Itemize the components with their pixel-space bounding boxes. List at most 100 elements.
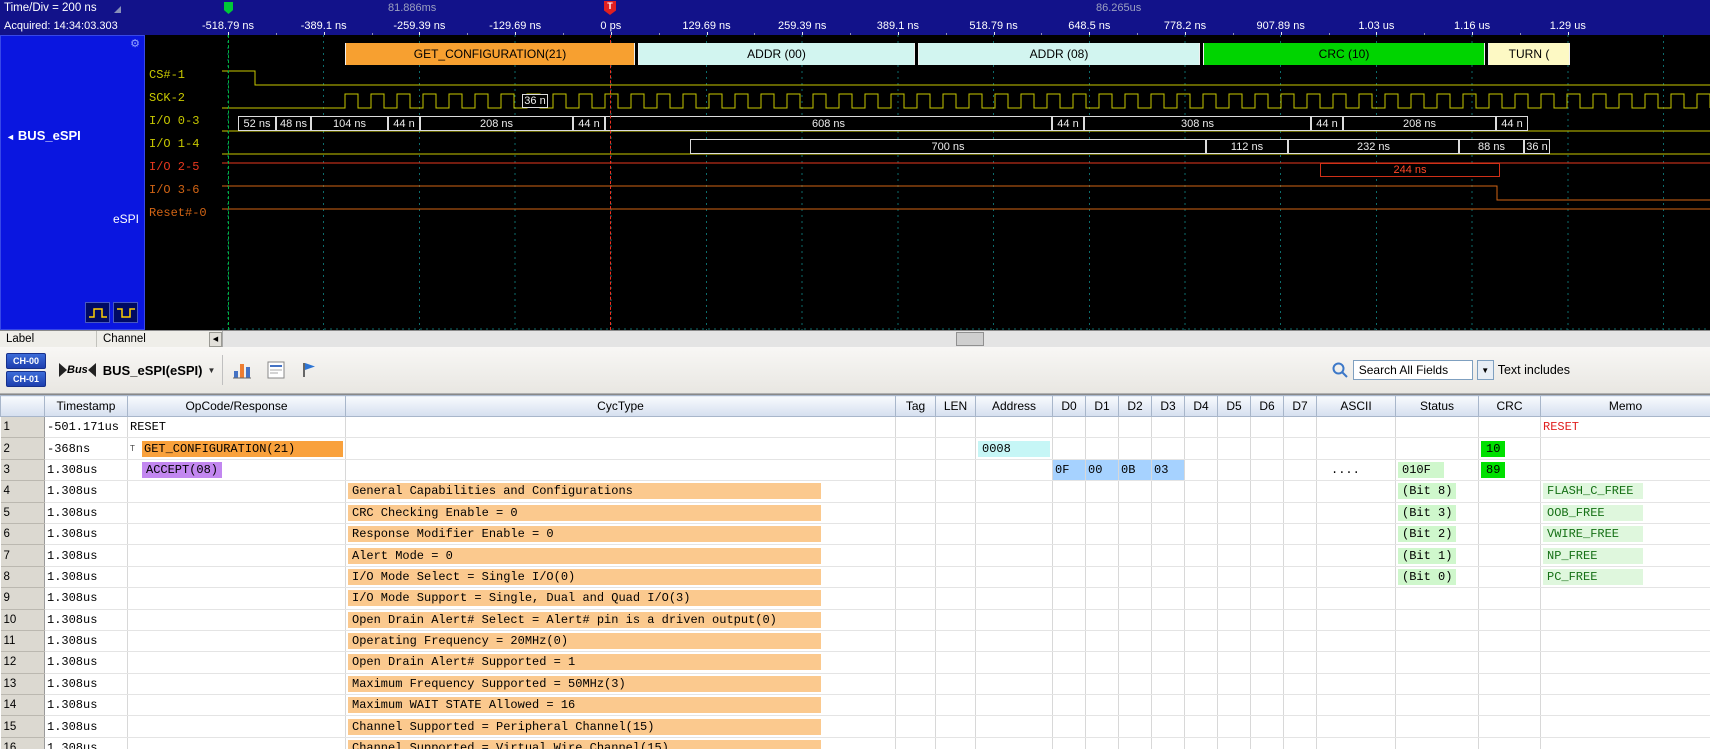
ch00-button[interactable]: CH-00 [6, 353, 46, 369]
cell-memo: OOB_FREE [1540, 502, 1710, 524]
scroll-left-button[interactable]: ◀ [209, 331, 222, 347]
cell-num: 5 [0, 502, 45, 524]
cell-d1 [1085, 587, 1119, 610]
column-header[interactable]: OpCode/Response [127, 395, 346, 417]
cell-address [975, 480, 1053, 503]
report-button[interactable] [263, 357, 289, 383]
column-header[interactable]: D2 [1118, 395, 1152, 417]
column-header[interactable]: D0 [1052, 395, 1086, 417]
table-row[interactable]: 4 1.308us General Capabilities and Configu… [0, 480, 1710, 503]
cell-d0 [1052, 544, 1086, 567]
cell-opcode [127, 523, 346, 546]
column-header[interactable]: Status [1395, 395, 1479, 417]
channel-label[interactable]: CS#-1 [149, 68, 185, 83]
table-row[interactable]: 15 1.308us Channel Supported = Peripheral … [0, 715, 1710, 738]
column-header[interactable]: D4 [1184, 395, 1218, 417]
table-row[interactable]: 12 1.308us Open Drain Alert# Supported = 1 [0, 651, 1710, 674]
cell-d1 [1085, 566, 1119, 589]
cell-memo [1540, 737, 1710, 749]
flag-button[interactable] [296, 357, 322, 383]
column-header[interactable] [0, 395, 45, 417]
cell-d4 [1184, 480, 1218, 503]
table-row[interactable]: 11 1.308us Operating Frequency = 20MHz(0) [0, 630, 1710, 653]
column-header[interactable]: Memo [1540, 395, 1710, 417]
column-header[interactable]: D5 [1217, 395, 1251, 417]
marker-a-cursor[interactable] [228, 35, 229, 330]
channel-label[interactable]: I/O 1-4 [149, 137, 199, 152]
table-row[interactable]: 14 1.308us Maximum WAIT STATE Allowed = 16 [0, 694, 1710, 717]
marker-a-icon[interactable] [224, 2, 233, 14]
decode-segment[interactable]: CRC (10) [1203, 43, 1485, 65]
horizontal-scrollbar[interactable] [222, 331, 1710, 347]
cell-d3 [1151, 587, 1185, 610]
gear-icon[interactable]: ⚙ [130, 37, 140, 50]
column-header[interactable]: Timestamp [44, 395, 128, 417]
cell-d3 [1151, 609, 1185, 631]
cell-crc [1478, 544, 1541, 567]
channel-label[interactable]: I/O 2-5 [149, 160, 199, 175]
column-header[interactable]: D6 [1250, 395, 1284, 417]
column-header[interactable]: ASCII [1316, 395, 1396, 417]
decode-segment[interactable]: ADDR (00) [638, 43, 915, 65]
channel-label[interactable]: I/O 0-3 [149, 114, 199, 129]
search-dropdown-button[interactable]: ▼ [1476, 360, 1494, 380]
cell-timestamp: -368ns [44, 437, 128, 460]
channel-label[interactable]: I/O 3-6 [149, 183, 199, 198]
table-row[interactable]: 6 1.308us Response Modifier Enable = 0 (Bit… [0, 523, 1710, 546]
channel-name-column: CS#-1 SCK-2 I/O 0-3 I/O 1-4 I/O 2-5 I/O 3-6 Re… [145, 35, 222, 330]
column-header[interactable]: LEN [935, 395, 976, 417]
pulse-tool-button-1[interactable] [85, 302, 110, 323]
decode-segment[interactable]: GET_CONFIGURATION(21) [345, 43, 635, 65]
column-header[interactable]: Tag [895, 395, 936, 417]
table-row[interactable]: 9 1.308us I/O Mode Support = Single, Dual … [0, 587, 1710, 610]
cell-d5 [1217, 715, 1251, 738]
column-header[interactable]: D3 [1151, 395, 1185, 417]
cell-d1 [1085, 630, 1119, 653]
cell-opcode [127, 609, 346, 631]
column-header[interactable]: D1 [1085, 395, 1119, 417]
bus-selector[interactable]: BUS_eSPI(eSPI) ▼ [103, 363, 216, 378]
table-row[interactable]: 3 1.308us ACCEPT(08) 0F 00 0B 03.... 010F 89 [0, 459, 1710, 482]
column-header[interactable]: CRC [1478, 395, 1541, 417]
cell-cyctype: Channel Supported = Peripheral Channel(1… [345, 715, 896, 738]
column-header[interactable]: D7 [1283, 395, 1317, 417]
scrollbar-thumb[interactable] [956, 332, 984, 346]
trigger-cursor[interactable] [610, 35, 611, 330]
table-row[interactable]: 7 1.308us Alert Mode = 0 (Bit 1) NP_FREE [0, 544, 1710, 567]
table-row[interactable]: 16 1.308us Channel Supported = Virtual Wir… [0, 737, 1710, 749]
table-row[interactable]: 1 -501.171us RESET RESET [0, 416, 1710, 439]
bus-logo-icon: Bus [59, 363, 96, 377]
column-header[interactable]: Address [975, 395, 1053, 417]
cell-d6 [1250, 651, 1284, 674]
cell-d4 [1184, 630, 1218, 653]
ch01-button[interactable]: CH-01 [6, 371, 46, 387]
measurement-box: 244 ns [1320, 163, 1500, 177]
histogram-button[interactable] [230, 357, 256, 383]
cell-ascii [1316, 437, 1396, 460]
bus-name-label[interactable]: ◄ BUS_eSPI [6, 128, 81, 143]
cell-memo [1540, 609, 1710, 631]
channel-label[interactable]: Reset#-0 [149, 206, 207, 221]
search-input[interactable] [1352, 360, 1473, 380]
trigger-marker-icon[interactable]: T [604, 1, 616, 15]
table-row[interactable]: 10 1.308us Open Drain Alert# Select = Aler… [0, 609, 1710, 631]
decode-segment[interactable]: TURN ( [1488, 43, 1570, 65]
cell-d3 [1151, 544, 1185, 567]
cell-num: 11 [0, 630, 45, 653]
table-row[interactable]: 13 1.308us Maximum Frequency Supported = 5… [0, 673, 1710, 696]
table-row[interactable]: 8 1.308us I/O Mode Select = Single I/O(0) (… [0, 566, 1710, 589]
column-header[interactable]: CycType [345, 395, 896, 417]
decode-segment[interactable]: ADDR (08) [918, 43, 1200, 65]
pulse-tool-button-2[interactable] [113, 302, 138, 323]
cell-timestamp: 1.308us [44, 673, 128, 696]
cell-num: 3 [0, 459, 45, 482]
cell-tag [895, 502, 936, 524]
table-row[interactable]: 5 1.308us CRC Checking Enable = 0 (Bit 3) OO… [0, 502, 1710, 524]
cell-d6 [1250, 523, 1284, 546]
cell-timestamp: 1.308us [44, 502, 128, 524]
cell-crc [1478, 416, 1541, 439]
table-row[interactable]: 2 -368ns T GET_CONFIGURATION(21) 0008 10 [0, 437, 1710, 460]
bus-overview-panel[interactable]: ⚙ ◄ BUS_eSPI eSPI [0, 35, 145, 330]
cell-d7 [1283, 416, 1317, 439]
channel-label[interactable]: SCK-2 [149, 91, 185, 106]
